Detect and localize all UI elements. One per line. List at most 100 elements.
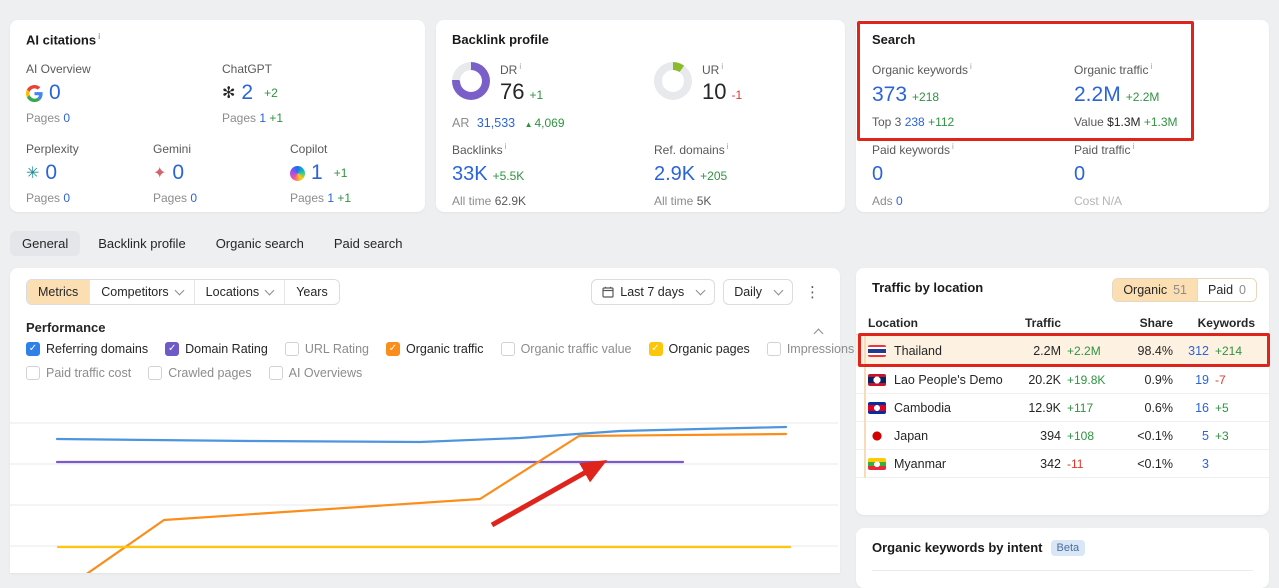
tab-backlink-profile[interactable]: Backlink profile bbox=[86, 231, 197, 256]
checkbox-icon: ✓ bbox=[26, 342, 40, 356]
metric-label: Organic traffic bbox=[405, 342, 484, 356]
metric-label: Paid traffic cost bbox=[46, 366, 132, 380]
keywords-value[interactable]: 3 bbox=[1179, 457, 1209, 471]
more-options-icon[interactable]: ⋮ bbox=[801, 283, 824, 301]
copilot-value[interactable]: 1 bbox=[311, 161, 323, 185]
info-icon[interactable]: i bbox=[952, 142, 954, 151]
pages-value[interactable]: 0 bbox=[63, 191, 70, 205]
alltime-label: All time bbox=[654, 194, 694, 208]
checkbox-icon: ✓ bbox=[385, 342, 400, 356]
backlinks-value[interactable]: 33K bbox=[452, 163, 488, 186]
traffic-change: +108 bbox=[1067, 428, 1095, 443]
location-row-myanmar[interactable]: Myanmar 342 -11 <0.1% 3 bbox=[856, 450, 1269, 478]
perplexity-value[interactable]: 0 bbox=[45, 161, 57, 185]
gemini-value[interactable]: 0 bbox=[172, 161, 184, 185]
competitors-dropdown[interactable]: Competitors bbox=[89, 280, 194, 304]
location-row-japan[interactable]: Japan 394 +108 <0.1% 5 +3 bbox=[856, 422, 1269, 450]
keywords-value[interactable]: 312 bbox=[1179, 344, 1209, 358]
ai-overview-value[interactable]: 0 bbox=[49, 81, 61, 105]
alltime-label: All time bbox=[452, 194, 492, 208]
ref-domains-value[interactable]: 2.9K bbox=[654, 163, 695, 186]
google-icon bbox=[26, 84, 43, 102]
paid-keywords-value[interactable]: 0 bbox=[872, 163, 883, 186]
location-row-lao-people-s-democratic-reput[interactable]: Lao People's Democratic Reput 20.2K +19.8K… bbox=[856, 366, 1269, 394]
metric-checkbox-organic-pages[interactable]: ✓ Organic pages bbox=[648, 342, 750, 356]
copilot-change: +1 bbox=[333, 166, 348, 180]
location-name: Thailand bbox=[868, 344, 1003, 358]
toggle-organic[interactable]: Organic 51 bbox=[1113, 279, 1198, 301]
pages-value[interactable]: 1 bbox=[327, 191, 334, 205]
keywords-value[interactable]: 16 bbox=[1179, 401, 1209, 415]
granularity-dropdown[interactable]: Daily bbox=[723, 279, 793, 305]
tab-organic-search[interactable]: Organic search bbox=[204, 231, 316, 256]
metric-checkbox-ai-overviews[interactable]: AI Overviews bbox=[268, 366, 363, 380]
traffic-change: -11 bbox=[1067, 456, 1084, 471]
info-icon[interactable]: i bbox=[727, 142, 729, 151]
info-icon[interactable]: i bbox=[721, 62, 723, 71]
info-icon[interactable]: i bbox=[970, 62, 972, 71]
info-icon[interactable]: i bbox=[98, 32, 100, 41]
metrics-button[interactable]: Metrics bbox=[27, 280, 90, 304]
organic-keywords-value[interactable]: 373 bbox=[872, 83, 907, 107]
metric-checkbox-url-rating[interactable]: URL Rating bbox=[284, 342, 369, 356]
value-label: Value bbox=[1074, 115, 1104, 129]
location-row-cambodia[interactable]: Cambodia 12.9K +117 0.6% 16 +5 bbox=[856, 394, 1269, 422]
ur-value: 10 -1 bbox=[702, 79, 743, 104]
metric-checkbox-row-2: Paid traffic cost Crawled pages AI Overvie… bbox=[26, 366, 362, 380]
ads-value[interactable]: 0 bbox=[896, 194, 903, 208]
info-icon[interactable]: i bbox=[505, 142, 507, 151]
keywords-value[interactable]: 5 bbox=[1179, 429, 1209, 443]
metric-checkbox-referring-domains[interactable]: ✓ Referring domains bbox=[26, 342, 148, 356]
metric-checkbox-paid-traffic-cost[interactable]: Paid traffic cost bbox=[26, 366, 131, 380]
cost-label: Cost bbox=[1074, 194, 1099, 208]
dr-block: DR i 76 +1 bbox=[452, 62, 543, 105]
info-icon[interactable]: i bbox=[519, 62, 521, 71]
performance-panel: Metrics Competitors Locations Years Last… bbox=[10, 268, 950, 573]
la-flag-icon bbox=[868, 373, 886, 386]
metric-checkbox-domain-rating[interactable]: ✓ Domain Rating bbox=[165, 342, 268, 356]
locations-dropdown[interactable]: Locations bbox=[193, 280, 285, 304]
metric-checkbox-organic-traffic[interactable]: ✓ Organic traffic bbox=[385, 342, 484, 356]
pages-value[interactable]: 1 bbox=[259, 111, 266, 125]
pages-value[interactable]: 0 bbox=[63, 111, 70, 125]
years-button[interactable]: Years bbox=[284, 280, 339, 304]
chatgpt-value[interactable]: 2 bbox=[241, 81, 253, 105]
metric-label: Domain Rating bbox=[185, 342, 268, 356]
tab-paid-search[interactable]: Paid search bbox=[322, 231, 415, 256]
info-icon[interactable]: i bbox=[1150, 62, 1152, 71]
metric-checkbox-impressions[interactable]: Impressions bbox=[766, 342, 854, 356]
ai-item-gemini: Gemini ✦ 0 Pages 0 bbox=[153, 142, 197, 205]
metric-label: AI Overviews bbox=[288, 366, 363, 380]
ai-item-perplexity: Perplexity ✳ 0 Pages 0 bbox=[26, 142, 79, 205]
pages-label: Pages bbox=[153, 191, 188, 205]
pages-label: Pages bbox=[222, 111, 257, 125]
header-location: Location bbox=[868, 316, 918, 330]
toggle-paid[interactable]: Paid 0 bbox=[1197, 279, 1256, 301]
chart-date-controls: Last 7 days Daily ⋮ bbox=[591, 279, 824, 305]
paid-traffic-value[interactable]: 0 bbox=[1074, 163, 1085, 186]
organic-traffic-value[interactable]: 2.2M bbox=[1074, 83, 1121, 107]
traffic-value: 20.2K bbox=[1028, 372, 1061, 387]
calendar-icon bbox=[602, 286, 614, 298]
copilot-icon bbox=[290, 165, 305, 181]
paid-traffic-label: Paid traffic i bbox=[1074, 142, 1135, 157]
pages-change: +1 bbox=[269, 111, 284, 125]
ar-row: AR 31,533 ▲ 4,069 bbox=[452, 116, 565, 130]
ref-domains-block: Ref. domains i 2.9K +205 All time 5K bbox=[654, 142, 728, 208]
share-value: 0.9% bbox=[1144, 372, 1174, 387]
metric-checkbox-crawled-pages[interactable]: Crawled pages bbox=[148, 366, 252, 380]
collapse-section-button[interactable] bbox=[808, 324, 824, 342]
keywords-value[interactable]: 19 bbox=[1179, 373, 1209, 387]
pages-value[interactable]: 0 bbox=[190, 191, 197, 205]
info-icon[interactable]: i bbox=[1132, 142, 1134, 151]
ar-value[interactable]: 31,533 bbox=[477, 116, 515, 130]
tab-general[interactable]: General bbox=[10, 231, 81, 256]
dr-change: +1 bbox=[529, 88, 544, 102]
top3-value[interactable]: 238 bbox=[905, 115, 925, 129]
organic-traffic-label: Organic traffic i bbox=[1074, 62, 1153, 77]
date-range-dropdown[interactable]: Last 7 days bbox=[591, 279, 716, 305]
metric-checkbox-organic-traffic-value[interactable]: Organic traffic value bbox=[500, 342, 632, 356]
metric-label: Organic pages bbox=[668, 342, 750, 356]
location-row-thailand[interactable]: Thailand 2.2M +2.2M 98.4% 312 +214 bbox=[856, 335, 1269, 366]
th-flag-icon bbox=[868, 344, 886, 357]
